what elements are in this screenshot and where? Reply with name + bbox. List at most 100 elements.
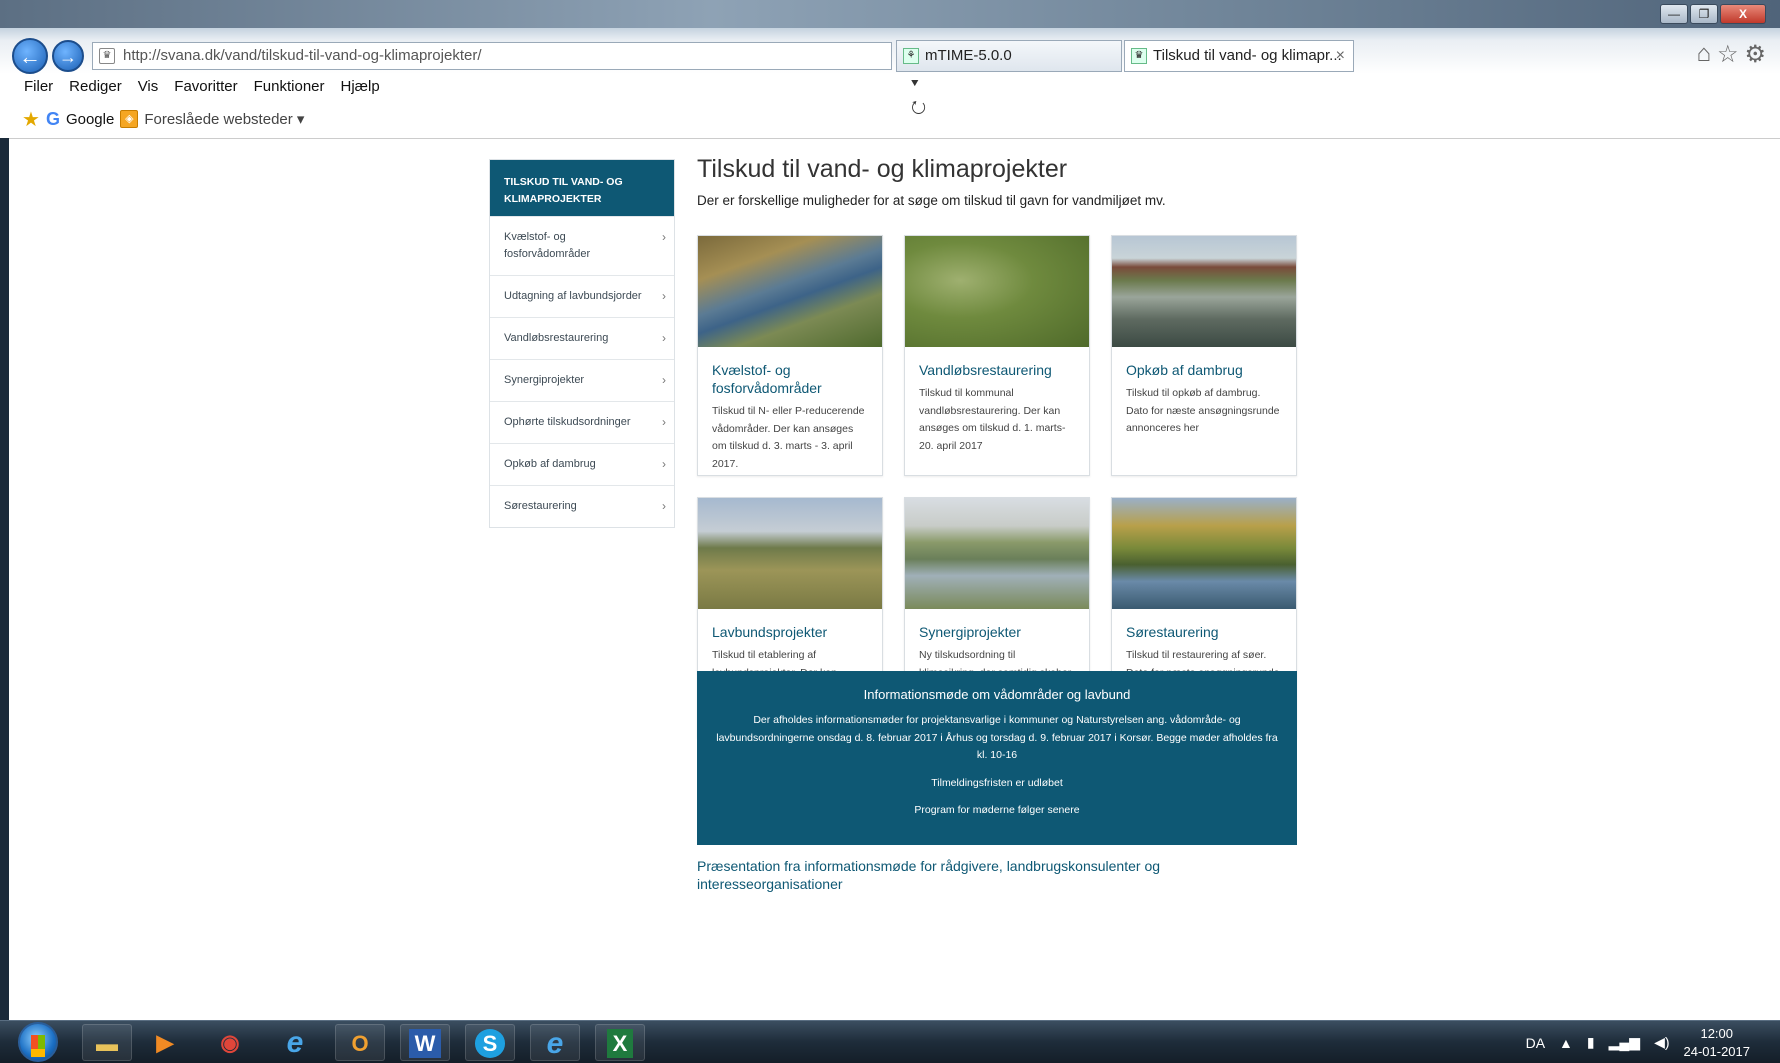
- info-box: Informationsmøde om vådområder og lavbun…: [697, 671, 1297, 845]
- chevron-right-icon: ›: [662, 499, 666, 513]
- outlook-icon[interactable]: O: [335, 1024, 385, 1061]
- language-indicator[interactable]: DA: [1526, 1035, 1545, 1051]
- sidebar-item-label: Sørestaurering: [504, 500, 577, 512]
- sidebar-item-dambrug[interactable]: Opkøb af dambrug ›: [490, 443, 674, 485]
- card-text: Tilskud til N- eller P-reducerende vådom…: [712, 405, 865, 470]
- title-bar: — ❐ X: [0, 0, 1780, 28]
- sidebar-item-synergi[interactable]: Synergiprojekter ›: [490, 359, 674, 401]
- page-title: Tilskud til vand- og klimaprojekter: [697, 155, 1068, 183]
- card-title[interactable]: Synergiprojekter: [919, 623, 1075, 641]
- sidebar-item-lavbundsjorder[interactable]: Udtagning af lavbundsjorder ›: [490, 275, 674, 317]
- sidebar-item-label: Synergiprojekter: [504, 374, 585, 386]
- sidebar-item-label: Udtagning af lavbundsjorder: [504, 290, 642, 302]
- sidebar-item-vaadomraader[interactable]: Kvælstof- og fosforvådområder ›: [490, 216, 674, 275]
- sidebar-item-label: Kvælstof- og fosforvådområder: [504, 231, 591, 260]
- lead-text: Der er forskellige muligheder for at søg…: [697, 193, 1166, 208]
- tab-mtime[interactable]: ⚘ mTIME-5.0.0: [896, 40, 1122, 72]
- favorites-bar: ★ G Google ◈ Foreslåede websteder ▾: [22, 106, 304, 132]
- side-navigation: Tilskud til vand- og klimaprojekter Kvæl…: [489, 159, 675, 528]
- card-vandloebsrestaurering[interactable]: Vandløbsrestaurering Tilskud til kommuna…: [904, 235, 1090, 476]
- info-deadline: Tilmeldingsfristen er udløbet: [931, 776, 1063, 789]
- card-title[interactable]: Kvælstof- og fosforvådområder: [712, 361, 868, 397]
- excel-icon[interactable]: X: [595, 1024, 645, 1061]
- favorites-star-icon[interactable]: ☆: [1717, 40, 1739, 69]
- start-button[interactable]: [18, 1022, 58, 1062]
- sidebar-item-ophoerte[interactable]: Ophørte tilskudsordninger ›: [490, 401, 674, 443]
- card-image: [698, 236, 882, 347]
- card-text: Tilskud til kommunal vandløbsrestaurerin…: [919, 387, 1066, 452]
- card-title[interactable]: Opkøb af dambrug: [1126, 361, 1282, 379]
- restore-button[interactable]: ❐: [1690, 4, 1718, 24]
- forward-button[interactable]: →: [52, 40, 84, 72]
- info-title: Informationsmøde om vådområder og lavbun…: [863, 687, 1131, 702]
- card-title[interactable]: Sørestaurering: [1126, 623, 1282, 641]
- system-tray: DA ▲ ▮ ▂▄▆ ◀) 12:00 24-01-2017: [1526, 1021, 1750, 1063]
- skype-icon[interactable]: S: [465, 1024, 515, 1061]
- card-title[interactable]: Vandløbsrestaurering: [919, 361, 1075, 379]
- sidebar-item-label: Vandløbsrestaurering: [504, 332, 609, 344]
- power-icon[interactable]: ▮: [1587, 1034, 1595, 1051]
- address-bar[interactable]: ♛ http://svana.dk/vand/tilskud-til-vand-…: [92, 42, 926, 118]
- window-controls: — ❐ X: [1660, 4, 1766, 24]
- chrome-icon[interactable]: ◉: [205, 1024, 255, 1061]
- card-vaadomraader[interactable]: Kvælstof- og fosforvådområder Tilskud ti…: [697, 235, 883, 476]
- presentation-link[interactable]: Præsentation fra informationsmøde for rå…: [697, 857, 1197, 893]
- tab-tilskud[interactable]: ♛ Tilskud til vand- og klimapr... ×: [1124, 40, 1354, 72]
- tab-label: Tilskud til vand- og klimapr...: [1153, 47, 1342, 64]
- minimize-button[interactable]: —: [1660, 4, 1688, 24]
- menu-funktioner[interactable]: Funktioner: [254, 78, 325, 102]
- menu-filer[interactable]: Filer: [24, 78, 53, 102]
- card-image: [1112, 236, 1296, 347]
- back-button[interactable]: ←: [12, 38, 48, 74]
- card-title[interactable]: Lavbundsprojekter: [712, 623, 868, 641]
- chevron-right-icon: ›: [662, 415, 666, 429]
- chrome-icons: ⌂ ☆ ⚙: [1696, 40, 1766, 69]
- card-text: Tilskud til opkøb af dambrug. Dato for n…: [1126, 387, 1280, 434]
- close-window-button[interactable]: X: [1720, 4, 1766, 24]
- mtime-favicon: ⚘: [903, 48, 919, 64]
- tray-arrow-icon[interactable]: ▲: [1559, 1035, 1573, 1051]
- sidebar-item-vandloeb[interactable]: Vandløbsrestaurering ›: [490, 317, 674, 359]
- chevron-right-icon: ›: [662, 373, 666, 387]
- sidebar-item-label: Opkøb af dambrug: [504, 458, 596, 470]
- chevron-right-icon: ›: [662, 289, 666, 303]
- svana-favicon: ♛: [1131, 48, 1147, 64]
- suggested-sites-link[interactable]: Foreslåede websteder ▾: [144, 110, 304, 128]
- windows-taskbar: ▬ ▶ ◉ e O W S e X DA ▲ ▮ ▂▄▆ ◀) 12:00 24…: [0, 1020, 1780, 1063]
- card-dambrug[interactable]: Opkøb af dambrug Tilskud til opkøb af da…: [1111, 235, 1297, 476]
- menu-favoritter[interactable]: Favoritter: [174, 78, 237, 102]
- web-page: Tilskud til vand- og klimaprojekter Kvæl…: [9, 138, 1780, 1021]
- google-icon: G: [45, 108, 60, 129]
- chevron-right-icon: ›: [662, 331, 666, 345]
- sidebar-item-label: Ophørte tilskudsordninger: [504, 416, 631, 428]
- network-icon[interactable]: ▂▄▆: [1609, 1034, 1640, 1051]
- ie-active-icon[interactable]: e: [530, 1024, 580, 1061]
- word-icon[interactable]: W: [400, 1024, 450, 1061]
- clock[interactable]: 12:00 24-01-2017: [1684, 1025, 1751, 1061]
- card-image: [1112, 498, 1296, 609]
- menu-vis[interactable]: Vis: [138, 78, 159, 102]
- chevron-right-icon: ›: [662, 230, 666, 244]
- card-image: [905, 236, 1089, 347]
- navigation-row: ← → ♛ http://svana.dk/vand/tilskud-til-v…: [0, 36, 1780, 118]
- sidebar-item-soerestaurering[interactable]: Sørestaurering ›: [490, 485, 674, 527]
- clock-date: 24-01-2017: [1683, 1043, 1751, 1059]
- settings-gear-icon[interactable]: ⚙: [1744, 40, 1766, 69]
- menu-hjaelp[interactable]: Hjælp: [341, 78, 380, 102]
- home-icon[interactable]: ⌂: [1696, 40, 1711, 69]
- media-player-icon[interactable]: ▶: [140, 1024, 190, 1061]
- internet-explorer-icon[interactable]: e: [270, 1024, 320, 1061]
- google-favorite[interactable]: Google: [66, 111, 114, 128]
- explorer-icon[interactable]: ▬: [82, 1024, 132, 1061]
- info-program: Program for møderne følger senere: [914, 804, 1080, 816]
- add-favorite-star-icon[interactable]: ★: [22, 107, 40, 132]
- site-icon: ♛: [99, 48, 115, 64]
- close-tab-icon[interactable]: ×: [1336, 41, 1345, 71]
- volume-icon[interactable]: ◀): [1654, 1034, 1669, 1051]
- main-content: Tilskud til vand- og klimaprojekter Der …: [697, 139, 1297, 892]
- sidenav-header[interactable]: Tilskud til vand- og klimaprojekter: [490, 160, 674, 216]
- menu-rediger[interactable]: Rediger: [69, 78, 122, 102]
- clock-time: 12:00: [1700, 1025, 1734, 1041]
- tab-label: mTIME-5.0.0: [925, 47, 1012, 64]
- suggested-sites-icon: ◈: [120, 110, 139, 128]
